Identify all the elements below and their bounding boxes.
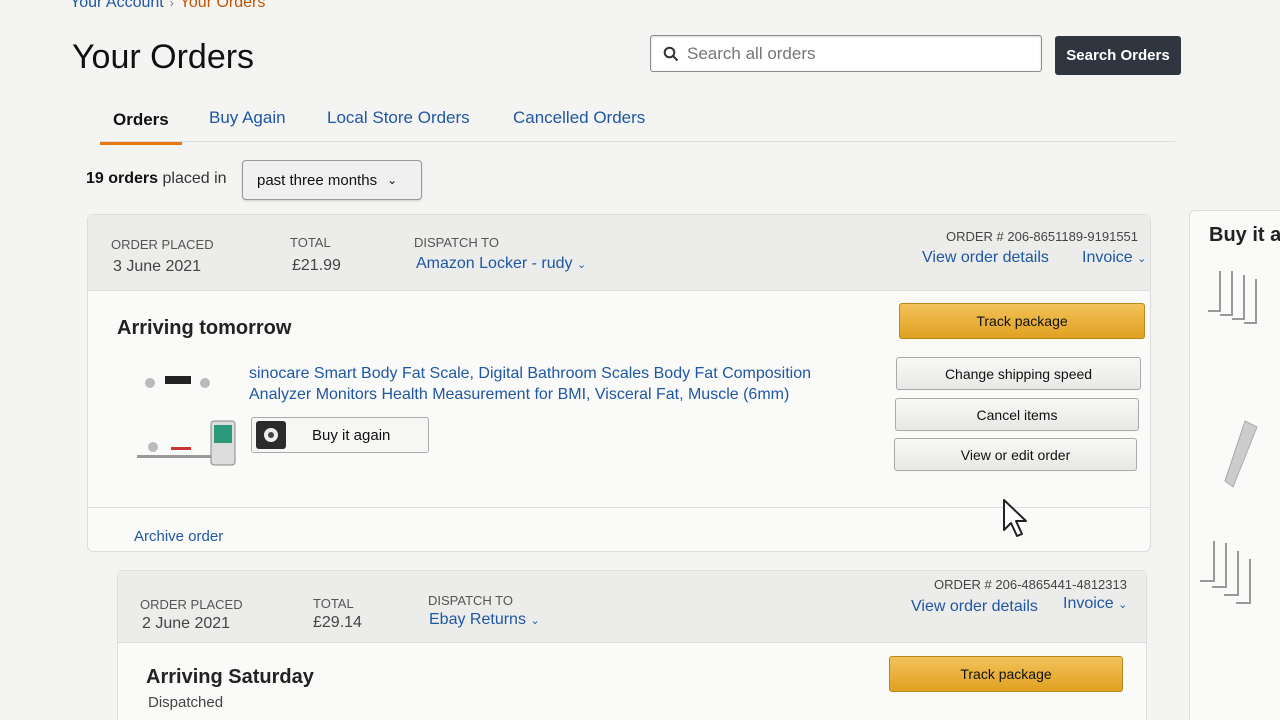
archive-order-link[interactable]: Archive order [134,528,223,545]
buy-again-icon [256,421,286,449]
breadcrumb-your-orders[interactable]: Your Orders [180,0,266,11]
chevron-down-icon: ⌄ [1118,599,1128,611]
arrival-status: Arriving tomorrow [117,317,292,339]
order-header: ORDER PLACED 2 June 2021 TOTAL £29.14 DI… [118,571,1146,643]
search-input[interactable] [687,43,1017,64]
orders-count-suffix: placed in [162,170,227,187]
arrival-status: Arriving Saturday [146,666,314,688]
body-fat-scale-image [137,376,236,466]
product-title-link[interactable]: sinocare Smart Body Fat Scale, Digital B… [249,363,849,405]
chevron-down-icon: ⌄ [576,259,587,271]
tab-cancelled-orders[interactable]: Cancelled Orders [513,108,645,128]
side-panel-title: Buy it a [1209,224,1280,246]
dispatch-to-label: DISPATCH TO [428,593,513,608]
dispatch-address-link[interactable]: Amazon Locker - rudy ⌄ [416,255,586,273]
search-orders-button[interactable]: Search Orders [1055,36,1181,75]
order-placed-label: ORDER PLACED [140,597,243,612]
search-icon [663,46,679,61]
total-label: TOTAL [313,596,354,611]
product-image[interactable] [135,367,240,469]
view-edit-order-button[interactable]: View or edit order [894,438,1137,471]
chevron-down-icon: ⌄ [530,615,540,627]
order-date: 2 June 2021 [142,615,231,632]
order-card: ORDER PLACED 2 June 2021 TOTAL £29.14 DI… [117,570,1147,720]
total-label: TOTAL [290,235,331,250]
invoice-link[interactable]: Invoice ⌄ [1082,249,1146,267]
order-date: 3 June 2021 [113,258,202,275]
dispatch-address: Amazon Locker - rudy [416,255,573,272]
order-card: ORDER PLACED 3 June 2021 TOTAL £21.99 DI… [87,214,1151,552]
orders-count: 19 orders placed in [86,170,227,188]
invoice-label: Invoice [1063,595,1114,612]
invoice-link[interactable]: Invoice ⌄ [1063,595,1127,613]
dispatch-to-label: DISPATCH TO [414,235,499,250]
chevron-down-icon: ⌄ [1137,253,1147,265]
order-header: ORDER PLACED 3 June 2021 TOTAL £21.99 DI… [88,215,1150,291]
product-images [1200,271,1258,604]
breadcrumb-your-account[interactable]: Your Account [70,0,164,11]
view-order-details-link[interactable]: View order details [922,249,1049,267]
tab-buy-again[interactable]: Buy Again [209,108,286,128]
invoice-label: Invoice [1082,249,1133,266]
buy-it-again-button[interactable]: Buy it again [251,417,429,453]
change-shipping-speed-button[interactable]: Change shipping speed [896,357,1141,390]
time-period-dropdown[interactable]: past three months ⌄ [242,160,422,200]
breadcrumb-separator: › [169,0,174,10]
page-title: Your Orders [72,38,255,76]
chevron-down-icon: ⌄ [387,173,398,187]
order-number: ORDER # 206-4865441-4812313 [934,577,1127,592]
mouse-cursor-icon [1003,499,1027,537]
order-number: ORDER # 206-8651189-9191551 [946,229,1139,244]
breadcrumb: Your Account › Your Orders [70,0,265,12]
dispatch-address-link[interactable]: Ebay Returns ⌄ [429,611,540,629]
view-order-details-link[interactable]: View order details [911,598,1038,616]
order-total: £21.99 [292,257,341,274]
order-total: £29.14 [313,614,362,631]
buy-it-again-panel [1189,210,1280,720]
track-package-button[interactable]: Track package [899,303,1145,339]
dispatch-address: Ebay Returns [429,611,526,628]
cancel-items-button[interactable]: Cancel items [895,398,1139,431]
track-package-button[interactable]: Track package [889,656,1123,692]
order-tabs: Orders Buy Again Local Store Orders Canc… [100,106,1175,145]
divider [88,507,1150,508]
order-placed-label: ORDER PLACED [111,237,214,252]
buy-it-again-label: Buy it again [312,426,391,444]
tab-local-store-orders[interactable]: Local Store Orders [327,108,470,128]
time-period-value: past three months [257,171,378,189]
dispatch-status: Dispatched [148,694,224,711]
orders-count-number: 19 orders [86,170,159,187]
tab-orders[interactable]: Orders [100,106,182,145]
search-box[interactable] [650,35,1042,72]
